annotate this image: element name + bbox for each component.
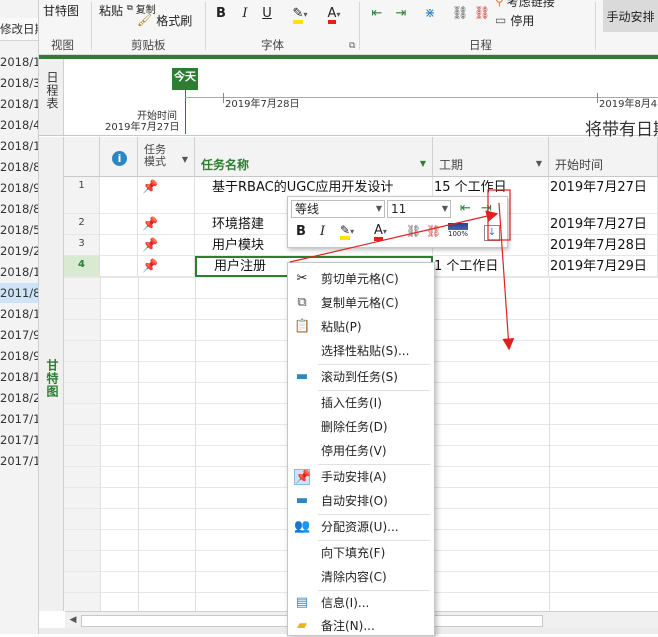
annotation-arrow xyxy=(498,202,515,351)
annotation-overlay xyxy=(289,189,515,351)
annotation-arrow xyxy=(289,210,499,263)
